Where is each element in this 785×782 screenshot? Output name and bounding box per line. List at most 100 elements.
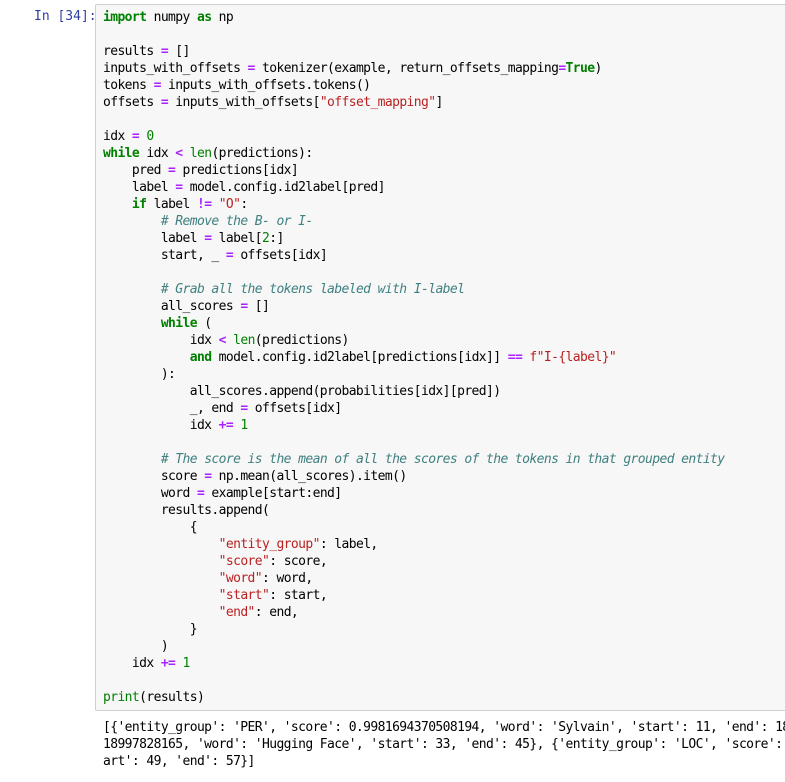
- code-token: pred: [103, 163, 169, 178]
- code-line[interactable]: import numpy as np: [103, 10, 234, 25]
- code-token: +=: [218, 418, 234, 433]
- code-line[interactable]: "word": word,: [103, 571, 314, 586]
- code-token: (results): [139, 690, 205, 705]
- code-line[interactable]: word = example[start:end]: [103, 486, 342, 501]
- code-line[interactable]: ): [103, 639, 169, 654]
- code-line[interactable]: while (: [103, 316, 212, 331]
- code-line[interactable]: inputs_with_offsets = tokenizer(example,…: [103, 61, 602, 76]
- code-token: # The score is the mean of all the score…: [160, 452, 725, 467]
- code-token: np: [211, 10, 234, 25]
- code-token: model.config.id2label[predictions[idx]]: [211, 350, 508, 365]
- code-line[interactable]: and model.config.id2label[predictions[id…: [103, 350, 617, 365]
- code-token: offsets: [103, 95, 161, 110]
- code-token: "start": [218, 588, 270, 603]
- code-token: =: [225, 248, 234, 263]
- code-line[interactable]: # The score is the mean of all the score…: [103, 452, 725, 467]
- code-token: <: [175, 146, 183, 161]
- code-line[interactable]: idx < len(predictions): [103, 333, 350, 348]
- code-token: 1: [240, 418, 248, 433]
- output-line: 18997828165, 'word': 'Hugging Face', 'st…: [103, 737, 785, 752]
- code-token: while: [103, 146, 140, 161]
- code-token: "end": [218, 605, 256, 620]
- code-line[interactable]: results.append(: [103, 503, 270, 518]
- code-line[interactable]: "start": start,: [103, 588, 328, 603]
- code-token: =: [153, 78, 162, 93]
- code-line[interactable]: print(results): [103, 690, 205, 705]
- code-line[interactable]: }: [103, 622, 198, 637]
- code-token: "offset_mapping": [319, 95, 436, 110]
- code-token: and: [189, 350, 212, 365]
- code-token: "entity_group": [218, 537, 321, 552]
- code-line[interactable]: idx += 1: [103, 656, 190, 671]
- code-line[interactable]: start, _ = offsets[idx]: [103, 248, 328, 263]
- code-line[interactable]: "entity_group": label,: [103, 537, 379, 552]
- code-token: =: [240, 401, 248, 416]
- code-token: if: [131, 197, 147, 212]
- code-token: word: [103, 486, 197, 501]
- code-line[interactable]: if label != "O":: [103, 197, 248, 212]
- code-token: score: [103, 469, 205, 484]
- code-token: =: [175, 180, 183, 195]
- code-token: offsets[idx]: [247, 401, 342, 416]
- code-token: all_scores: [103, 299, 241, 314]
- code-token: idx: [103, 656, 161, 671]
- code-editor[interactable]: import numpy as np results = [] inputs_w…: [103, 9, 725, 706]
- code-token: import: [103, 10, 147, 25]
- code-line[interactable]: idx += 1: [103, 418, 248, 433]
- code-token: numpy: [146, 10, 197, 25]
- code-token: example[start:end]: [204, 486, 342, 501]
- code-line[interactable]: idx = 0: [103, 129, 154, 144]
- code-token: offsets[idx]: [233, 248, 328, 263]
- code-token: : word,: [262, 571, 313, 586]
- output-line: art': 49, 'end': 57}]: [103, 754, 255, 769]
- code-token: as: [196, 10, 212, 25]
- code-line[interactable]: "score": score,: [103, 554, 328, 569]
- code-token: : label,: [319, 537, 378, 552]
- code-line[interactable]: "end": end,: [103, 605, 299, 620]
- output-line: [{'entity_group': 'PER', 'score': 0.9981…: [103, 720, 785, 735]
- code-line[interactable]: label = label[2:]: [103, 231, 285, 246]
- code-line[interactable]: _, end = offsets[idx]: [103, 401, 342, 416]
- code-line[interactable]: tokens = inputs_with_offsets.tokens(): [103, 78, 371, 93]
- code-token: results.append(: [103, 503, 270, 518]
- code-line[interactable]: {: [103, 520, 198, 535]
- code-token: :: [240, 197, 248, 212]
- code-line[interactable]: offsets = inputs_with_offsets["offset_ma…: [103, 95, 443, 110]
- code-line[interactable]: # Remove the B- or I-: [103, 214, 313, 229]
- code-token: idx: [103, 418, 219, 433]
- code-token: (: [196, 316, 212, 331]
- code-token: inputs_with_offsets[: [168, 95, 320, 110]
- code-line[interactable]: while idx < len(predictions):: [103, 146, 313, 161]
- code-line[interactable]: ):: [103, 367, 176, 382]
- code-token: ): [103, 639, 169, 654]
- code-line[interactable]: all_scores.append(probabilities[idx][pre…: [103, 384, 501, 399]
- code-token: ):: [103, 367, 176, 382]
- code-token: np.mean(all_scores).item(): [211, 469, 408, 484]
- code-line[interactable]: results = []: [103, 44, 190, 59]
- code-line[interactable]: label = model.config.id2label[pred]: [103, 180, 386, 195]
- code-line[interactable]: pred = predictions[idx]: [103, 163, 299, 178]
- code-token: ): [594, 61, 602, 76]
- code-line[interactable]: all_scores = []: [103, 299, 270, 314]
- code-line[interactable]: score = np.mean(all_scores).item(): [103, 469, 407, 484]
- code-token: inputs_with_offsets: [103, 61, 248, 76]
- code-token: =: [240, 299, 248, 314]
- code-token: idx: [103, 333, 219, 348]
- code-token: tokens: [103, 78, 154, 93]
- code-token: f"I-{label}": [529, 350, 617, 365]
- input-prompt: In [34]:: [34, 9, 97, 24]
- code-token: len: [189, 146, 212, 161]
- code-token: 0: [146, 129, 154, 144]
- code-token: # Remove the B- or I-: [160, 214, 313, 229]
- code-line[interactable]: # Grab all the tokens labeled with I-lab…: [103, 282, 465, 297]
- code-token: =: [160, 95, 169, 110]
